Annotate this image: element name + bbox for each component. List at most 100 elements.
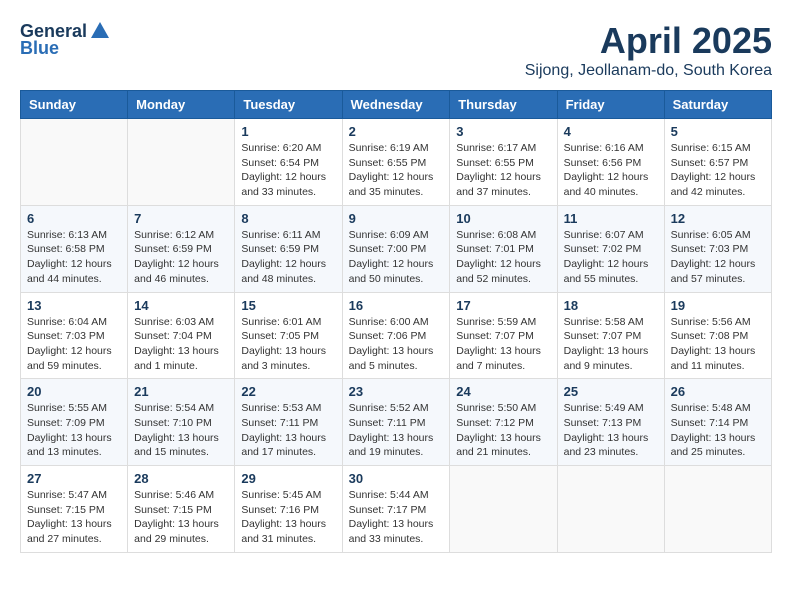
cell-content: Sunrise: 5:50 AMSunset: 7:12 PMDaylight:…	[456, 401, 550, 460]
cell-text: Daylight: 13 hours and 15 minutes.	[134, 431, 228, 460]
day-number: 28	[134, 471, 228, 486]
header-friday: Friday	[557, 91, 664, 119]
calendar-cell: 10 Sunrise: 6:08 AMSunset: 7:01 PMDayligh…	[450, 205, 557, 292]
calendar-cell: 8 Sunrise: 6:11 AMSunset: 6:59 PMDaylight…	[235, 205, 342, 292]
cell-text: Daylight: 13 hours and 33 minutes.	[349, 517, 444, 546]
cell-text: Daylight: 13 hours and 21 minutes.	[456, 431, 550, 460]
cell-content: Sunrise: 6:08 AMSunset: 7:01 PMDaylight:…	[456, 228, 550, 287]
cell-text: Sunrise: 5:55 AM	[27, 401, 121, 416]
calendar-cell: 29Sunrise: 5:45 AMSunset: 7:16 PMDayligh…	[235, 466, 342, 553]
cell-text: Daylight: 12 hours and 57 minutes.	[671, 257, 765, 286]
calendar-cell: 21Sunrise: 5:54 AMSunset: 7:10 PMDayligh…	[128, 379, 235, 466]
calendar-cell: 7 Sunrise: 6:12 AMSunset: 6:59 PMDaylight…	[128, 205, 235, 292]
day-number: 27	[27, 471, 121, 486]
day-number: 10	[456, 211, 550, 226]
cell-text: Daylight: 12 hours and 46 minutes.	[134, 257, 228, 286]
cell-text: Sunset: 7:13 PM	[564, 416, 658, 431]
day-number: 7	[134, 211, 228, 226]
cell-text: Sunset: 7:08 PM	[671, 329, 765, 344]
cell-text: Sunset: 7:03 PM	[671, 242, 765, 257]
header-monday: Monday	[128, 91, 235, 119]
cell-text: Sunrise: 6:11 AM	[241, 228, 335, 243]
cell-content: Sunrise: 6:13 AMSunset: 6:58 PMDaylight:…	[27, 228, 121, 287]
cell-content: Sunrise: 5:47 AMSunset: 7:15 PMDaylight:…	[27, 488, 121, 547]
cell-text: Sunset: 6:55 PM	[456, 156, 550, 171]
cell-text: Daylight: 12 hours and 59 minutes.	[27, 344, 121, 373]
location-title: Sijong, Jeollanam-do, South Korea	[525, 62, 772, 80]
cell-text: Sunset: 7:15 PM	[27, 503, 121, 518]
day-number: 8	[241, 211, 335, 226]
calendar-cell: 20Sunrise: 5:55 AMSunset: 7:09 PMDayligh…	[21, 379, 128, 466]
calendar-cell: 1Sunrise: 6:20 AMSunset: 6:54 PMDaylight…	[235, 119, 342, 206]
cell-content: Sunrise: 5:44 AMSunset: 7:17 PMDaylight:…	[349, 488, 444, 547]
cell-text: Sunrise: 6:01 AM	[241, 315, 335, 330]
cell-text: Sunset: 7:14 PM	[671, 416, 765, 431]
cell-text: Sunset: 7:09 PM	[27, 416, 121, 431]
calendar-cell: 18Sunrise: 5:58 AMSunset: 7:07 PMDayligh…	[557, 292, 664, 379]
cell-text: Daylight: 13 hours and 19 minutes.	[349, 431, 444, 460]
cell-content: Sunrise: 5:55 AMSunset: 7:09 PMDaylight:…	[27, 401, 121, 460]
month-title: April 2025	[525, 20, 772, 62]
cell-text: Sunrise: 5:46 AM	[134, 488, 228, 503]
cell-text: Sunset: 7:10 PM	[134, 416, 228, 431]
calendar-cell: 4Sunrise: 6:16 AMSunset: 6:56 PMDaylight…	[557, 119, 664, 206]
day-number: 9	[349, 211, 444, 226]
day-number: 30	[349, 471, 444, 486]
day-number: 13	[27, 298, 121, 313]
calendar-cell: 26Sunrise: 5:48 AMSunset: 7:14 PMDayligh…	[664, 379, 771, 466]
header-wednesday: Wednesday	[342, 91, 450, 119]
cell-content: Sunrise: 6:07 AMSunset: 7:02 PMDaylight:…	[564, 228, 658, 287]
calendar-cell: 5Sunrise: 6:15 AMSunset: 6:57 PMDaylight…	[664, 119, 771, 206]
day-number: 29	[241, 471, 335, 486]
day-number: 3	[456, 124, 550, 139]
day-number: 26	[671, 384, 765, 399]
cell-text: Sunrise: 6:16 AM	[564, 141, 658, 156]
calendar-cell: 17Sunrise: 5:59 AMSunset: 7:07 PMDayligh…	[450, 292, 557, 379]
cell-text: Sunrise: 6:12 AM	[134, 228, 228, 243]
cell-text: Sunset: 6:59 PM	[134, 242, 228, 257]
cell-text: Sunset: 7:07 PM	[456, 329, 550, 344]
calendar-cell: 24Sunrise: 5:50 AMSunset: 7:12 PMDayligh…	[450, 379, 557, 466]
calendar-cell: 25Sunrise: 5:49 AMSunset: 7:13 PMDayligh…	[557, 379, 664, 466]
cell-text: Sunrise: 6:08 AM	[456, 228, 550, 243]
calendar-cell	[21, 119, 128, 206]
calendar-cell: 14Sunrise: 6:03 AMSunset: 7:04 PMDayligh…	[128, 292, 235, 379]
cell-text: Daylight: 13 hours and 5 minutes.	[349, 344, 444, 373]
cell-content: Sunrise: 6:09 AMSunset: 7:00 PMDaylight:…	[349, 228, 444, 287]
cell-text: Sunrise: 6:03 AM	[134, 315, 228, 330]
cell-text: Daylight: 12 hours and 48 minutes.	[241, 257, 335, 286]
cell-content: Sunrise: 6:19 AMSunset: 6:55 PMDaylight:…	[349, 141, 444, 200]
header-thursday: Thursday	[450, 91, 557, 119]
day-number: 17	[456, 298, 550, 313]
day-number: 5	[671, 124, 765, 139]
cell-content: Sunrise: 5:52 AMSunset: 7:11 PMDaylight:…	[349, 401, 444, 460]
header-saturday: Saturday	[664, 91, 771, 119]
calendar-week-3: 20Sunrise: 5:55 AMSunset: 7:09 PMDayligh…	[21, 379, 772, 466]
cell-text: Daylight: 12 hours and 44 minutes.	[27, 257, 121, 286]
cell-text: Sunrise: 5:52 AM	[349, 401, 444, 416]
cell-text: Sunrise: 6:09 AM	[349, 228, 444, 243]
cell-text: Sunset: 7:03 PM	[27, 329, 121, 344]
cell-text: Sunrise: 5:49 AM	[564, 401, 658, 416]
cell-content: Sunrise: 6:04 AMSunset: 7:03 PMDaylight:…	[27, 315, 121, 374]
cell-text: Daylight: 12 hours and 37 minutes.	[456, 170, 550, 199]
cell-text: Daylight: 12 hours and 52 minutes.	[456, 257, 550, 286]
cell-text: Sunset: 7:06 PM	[349, 329, 444, 344]
calendar-cell: 12Sunrise: 6:05 AMSunset: 7:03 PMDayligh…	[664, 205, 771, 292]
calendar-cell: 23Sunrise: 5:52 AMSunset: 7:11 PMDayligh…	[342, 379, 450, 466]
cell-text: Sunset: 7:01 PM	[456, 242, 550, 257]
logo-blue: Blue	[20, 38, 59, 59]
logo-icon	[89, 20, 111, 42]
cell-text: Sunset: 6:59 PM	[241, 242, 335, 257]
day-number: 14	[134, 298, 228, 313]
calendar-cell: 19Sunrise: 5:56 AMSunset: 7:08 PMDayligh…	[664, 292, 771, 379]
day-number: 16	[349, 298, 444, 313]
calendar-cell: 9 Sunrise: 6:09 AMSunset: 7:00 PMDaylight…	[342, 205, 450, 292]
calendar-cell	[664, 466, 771, 553]
page-header: General Blue April 2025 Sijong, Jeollana…	[20, 20, 772, 80]
calendar-week-2: 13 Sunrise: 6:04 AMSunset: 7:03 PMDayligh…	[21, 292, 772, 379]
cell-text: Sunset: 7:04 PM	[134, 329, 228, 344]
day-number: 11	[564, 211, 658, 226]
day-number: 22	[241, 384, 335, 399]
calendar-cell	[128, 119, 235, 206]
